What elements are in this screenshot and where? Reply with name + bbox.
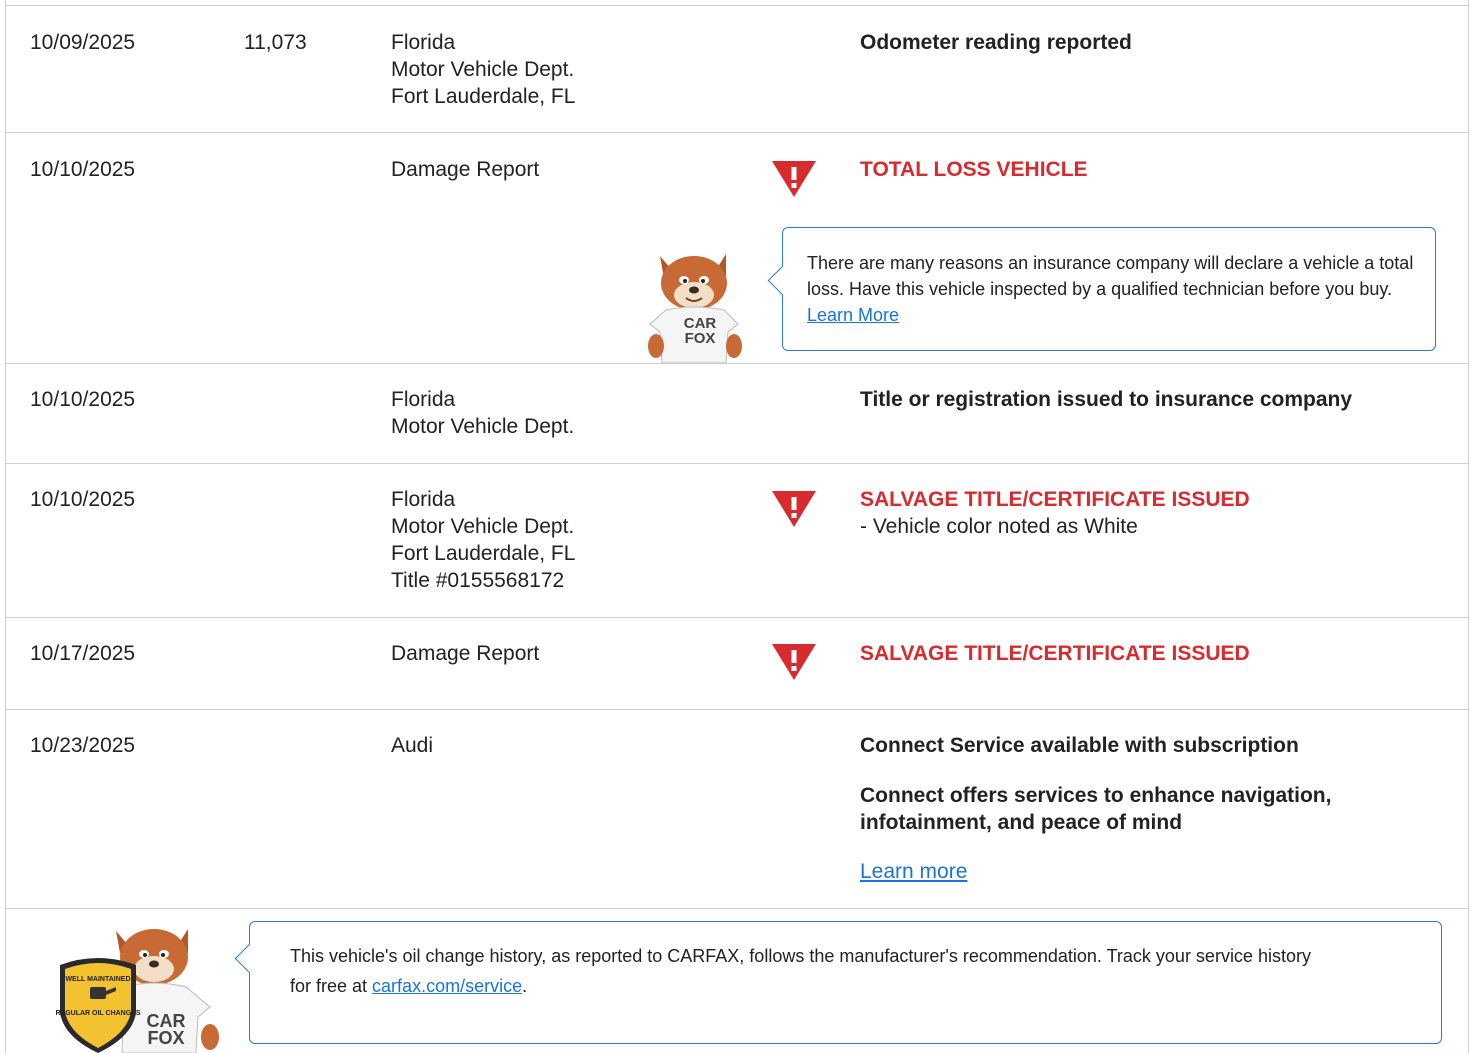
callout-text: There are many reasons an insurance comp… — [807, 250, 1417, 328]
source-line: Florida — [391, 31, 456, 54]
comment-line: Connect offers services to enhance navig… — [860, 784, 1332, 807]
row-mileage: 11,073 — [244, 31, 307, 54]
row-date: 10/09/2025 — [30, 31, 136, 54]
source-line: Motor Vehicle Dept. — [391, 58, 575, 81]
row-source: Damage Report — [391, 158, 540, 181]
source-line: Title #0155568172 — [391, 569, 565, 592]
table-row: 10/23/2025 Audi Connect Service availabl… — [6, 710, 1469, 909]
comment-line: infotainment, and peace of mind — [860, 811, 1183, 834]
source-line: Fort Lauderdale, FL — [391, 85, 576, 108]
shirt-text-fox: FOX — [147, 1028, 184, 1048]
source-line: Florida — [391, 488, 456, 511]
callout-text: This vehicle's oil change history, as re… — [290, 941, 1311, 1001]
well-maintained-badge: CAR FOX WELL MAINTAINED REGULAR OIL CHAN… — [55, 929, 219, 1053]
row-source: Damage Report — [391, 642, 540, 665]
oil-change-callout: This vehicle's oil change history, as re… — [234, 921, 1442, 1044]
callout-line: This vehicle's oil change history, as re… — [290, 946, 1311, 966]
callout-message: There are many reasons an insurance comp… — [807, 253, 1414, 299]
table-row: 10/10/2025 Florida Motor Vehicle Dept. F… — [6, 464, 1469, 618]
row-date: 10/23/2025 — [30, 734, 136, 757]
table-row: 10/17/2025 Damage Report SALVAGE TITLE/C… — [6, 618, 1469, 710]
table-row: 10/10/2025 Florida Motor Vehicle Dept. T… — [6, 364, 1469, 464]
carfox-mascot: CAR FOX — [648, 254, 742, 363]
oil-change-footer: CAR FOX WELL MAINTAINED REGULAR OIL CHAN… — [6, 909, 1469, 1053]
carfax-service-link[interactable]: carfax.com/service — [372, 976, 522, 996]
total-loss-callout: There are many reasons an insurance comp… — [767, 227, 1436, 351]
row-comment: Title or registration issued to insuranc… — [860, 388, 1353, 411]
row-comment-block: SALVAGE TITLE/CERTIFICATE ISSUED - Vehic… — [860, 486, 1250, 540]
row-source: Florida Motor Vehicle Dept. — [391, 386, 574, 440]
source-line: Motor Vehicle Dept. — [391, 515, 575, 538]
shirt-text-fox: FOX — [685, 330, 716, 347]
callout-suffix: . — [522, 976, 528, 996]
table-row: 10/09/2025 11,073 Florida Motor Vehicle … — [6, 6, 1469, 133]
source-line: Fort Lauderdale, FL — [391, 542, 576, 565]
row-source: Florida Motor Vehicle Dept. Fort Lauderd… — [391, 29, 575, 110]
row-source: Audi — [391, 734, 434, 757]
callout-prefix: for free at — [290, 976, 373, 996]
row-date: 10/10/2025 — [30, 388, 136, 411]
learn-more-link[interactable]: Learn more — [860, 858, 967, 885]
row-date: 10/10/2025 — [30, 488, 136, 511]
badge-top-text: WELL MAINTAINED — [65, 976, 130, 983]
row-source: Florida Motor Vehicle Dept. Fort Lauderd… — [391, 486, 575, 594]
row-comment-detail: - Vehicle color noted as White — [860, 515, 1138, 538]
source-line: Motor Vehicle Dept. — [391, 415, 575, 438]
row-comment: SALVAGE TITLE/CERTIFICATE ISSUED — [860, 488, 1250, 511]
callout-tail — [234, 943, 265, 974]
table-row: 10/10/2025 Damage Report TOTAL LOSS VEHI… — [6, 133, 1469, 364]
alert-triangle-icon — [772, 491, 816, 527]
row-comment: TOTAL LOSS VEHICLE — [860, 158, 1088, 181]
learn-more-link[interactable]: Learn More — [807, 305, 899, 325]
row-comment: SALVAGE TITLE/CERTIFICATE ISSUED — [860, 642, 1250, 665]
row-comment: Odometer reading reported — [860, 31, 1132, 54]
row-comment-secondary: Connect offers services to enhance navig… — [860, 782, 1331, 836]
callout-tail — [767, 265, 798, 296]
row-comment: Connect Service available with subscript… — [860, 734, 1299, 757]
alert-triangle-icon — [772, 644, 816, 680]
row-date: 10/10/2025 — [30, 158, 136, 181]
alert-triangle-icon — [772, 161, 816, 197]
row-date: 10/17/2025 — [30, 642, 136, 665]
badge-bottom-text: REGULAR OIL CHANGES — [55, 1010, 140, 1017]
source-line: Florida — [391, 388, 456, 411]
callout-line: for free at carfax.com/service. — [290, 971, 1311, 1001]
